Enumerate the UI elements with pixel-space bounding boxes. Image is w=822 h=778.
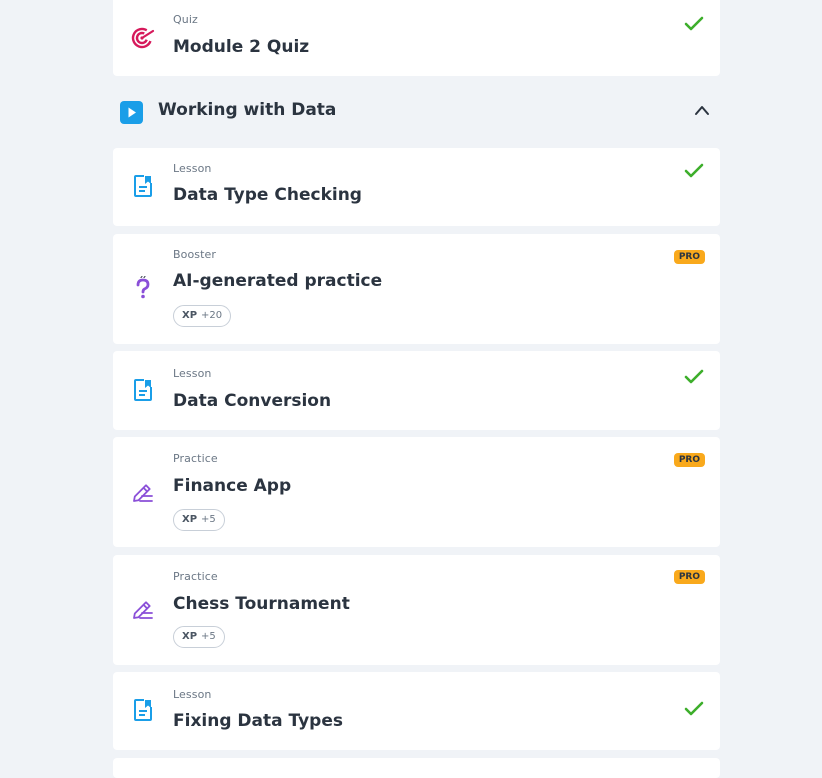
item-title: AI-generated practice xyxy=(173,271,383,291)
check-icon xyxy=(684,369,704,384)
list-item-chess-tournament[interactable]: Practice Chess Tournament PRO XP +5 xyxy=(113,555,720,665)
lesson-document-icon xyxy=(134,699,152,721)
pencil-edit-icon xyxy=(133,484,153,502)
xp-value: +5 xyxy=(201,631,216,642)
check-icon xyxy=(684,163,704,178)
item-type: Practice xyxy=(173,570,218,583)
item-type: Practice xyxy=(173,452,218,465)
xp-label: XP xyxy=(182,310,198,321)
list-item-ai-generated-practice[interactable]: Booster AI-generated practice PRO XP +20 xyxy=(113,234,720,344)
list-item-next[interactable] xyxy=(113,758,720,778)
section-header[interactable]: Working with Data xyxy=(113,96,720,128)
xp-badge: XP +5 xyxy=(173,509,225,531)
item-title: Finance App xyxy=(173,476,292,496)
xp-value: +20 xyxy=(201,310,223,321)
item-type: Quiz xyxy=(173,13,198,26)
xp-badge: XP +20 xyxy=(173,305,232,327)
xp-badge: XP +5 xyxy=(173,626,225,648)
xp-value: +5 xyxy=(201,514,216,525)
item-title: Chess Tournament xyxy=(173,594,350,614)
xp-label: XP xyxy=(182,631,198,642)
xp-label: XP xyxy=(182,514,198,525)
pencil-edit-icon xyxy=(133,601,153,619)
item-title: Module 2 Quiz xyxy=(173,37,310,57)
item-title: Data Conversion xyxy=(173,391,332,411)
lesson-document-icon xyxy=(134,175,152,197)
list-item-fixing-data-types[interactable]: Lesson Fixing Data Types xyxy=(113,672,720,750)
list-item-finance-app[interactable]: Practice Finance App PRO XP +5 xyxy=(113,437,720,547)
item-title: Fixing Data Types xyxy=(173,711,343,731)
question-mark-icon xyxy=(136,276,150,299)
item-title: Data Type Checking xyxy=(173,185,362,205)
lesson-document-icon xyxy=(134,379,152,401)
target-icon xyxy=(131,27,155,49)
item-type: Lesson xyxy=(173,162,212,175)
pro-badge: PRO xyxy=(673,453,705,467)
list-item-module-2-quiz[interactable]: Quiz Module 2 Quiz xyxy=(113,0,720,76)
check-icon xyxy=(684,701,704,716)
chevron-up-icon[interactable] xyxy=(694,104,710,116)
list-item-data-type-checking[interactable]: Lesson Data Type Checking xyxy=(113,148,720,226)
item-type: Lesson xyxy=(173,688,212,701)
section-title: Working with Data xyxy=(158,100,337,120)
check-icon xyxy=(684,16,704,31)
list-item-data-conversion[interactable]: Lesson Data Conversion xyxy=(113,351,720,430)
item-type: Lesson xyxy=(173,367,212,380)
pro-badge: PRO xyxy=(673,570,705,584)
play-icon xyxy=(120,101,143,124)
item-type: Booster xyxy=(173,248,217,261)
pro-badge: PRO xyxy=(673,250,705,264)
